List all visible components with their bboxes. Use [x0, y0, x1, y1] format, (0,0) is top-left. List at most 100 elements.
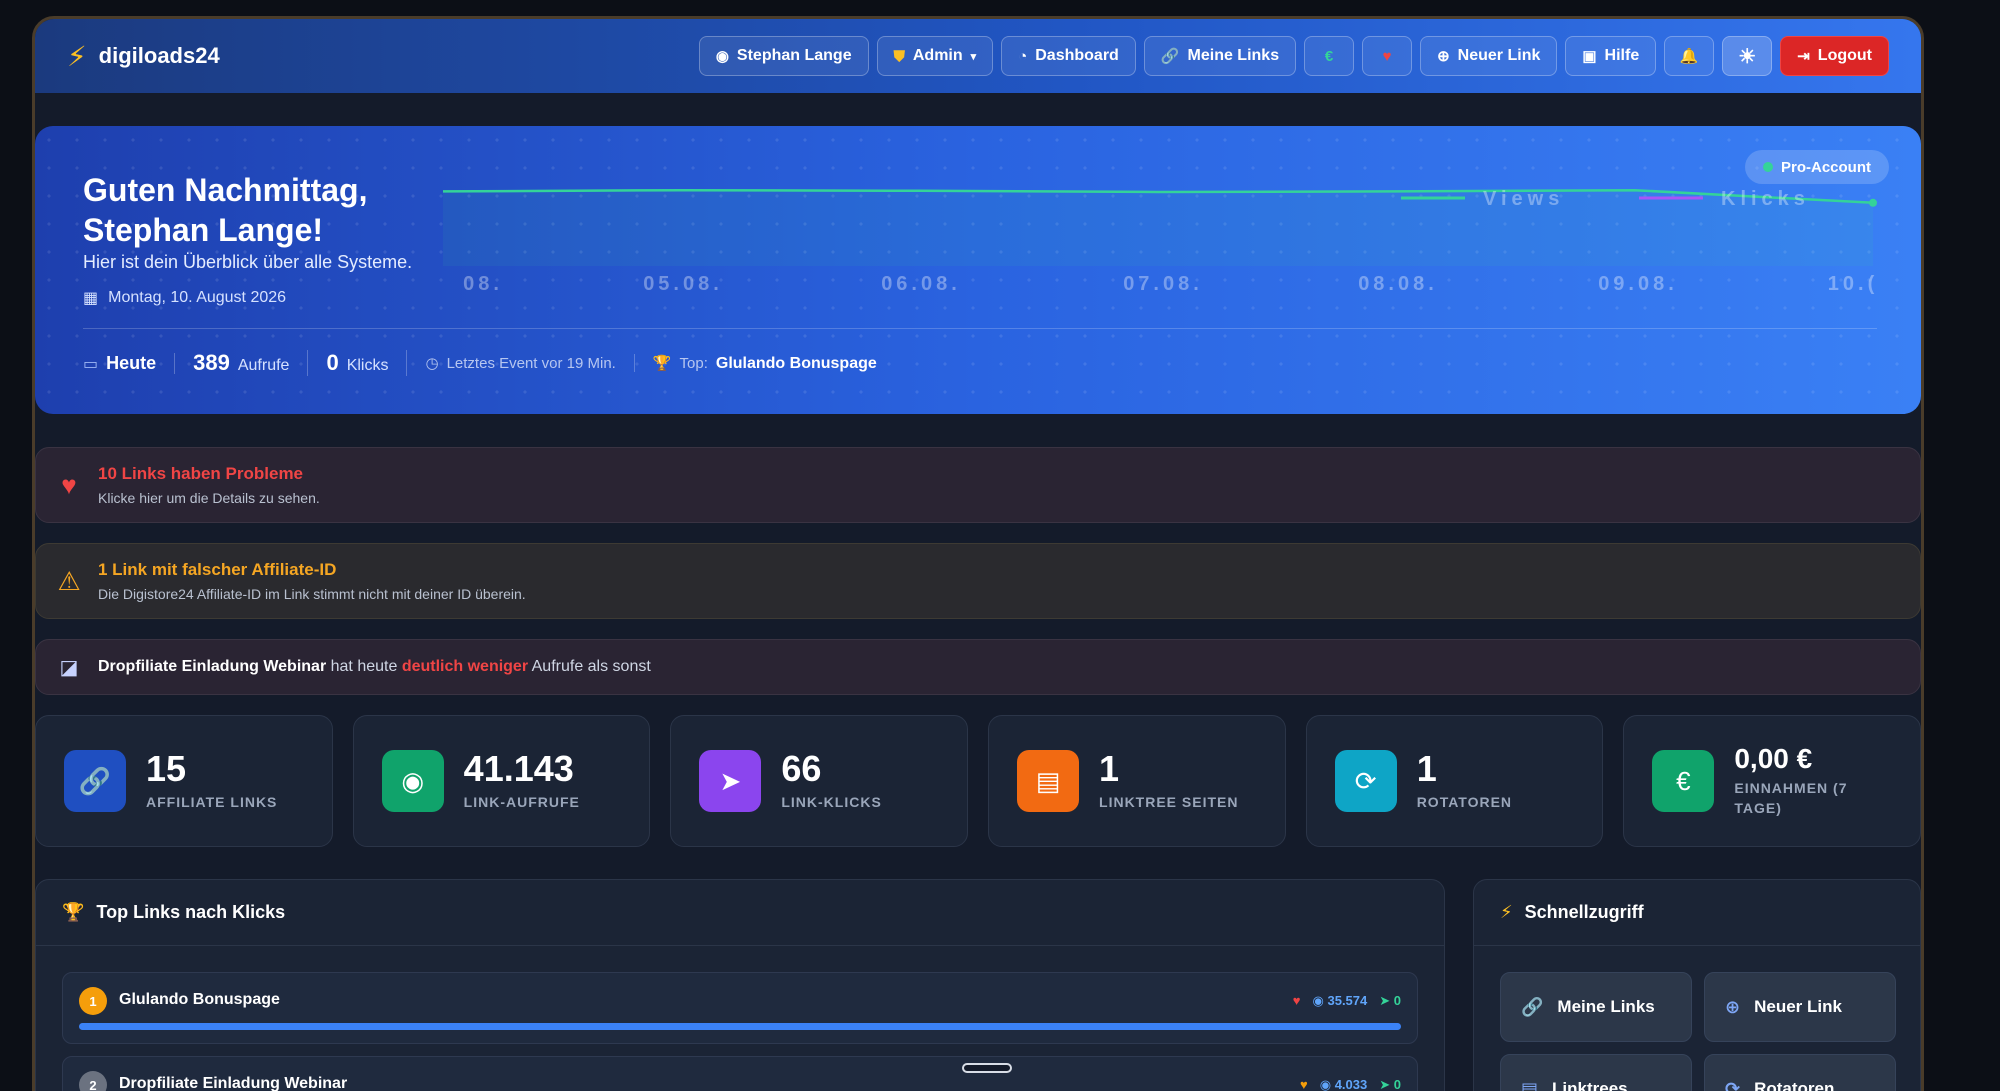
link-views-value: 4.033 [1334, 1077, 1368, 1091]
dashboard-label: Dashboard [1035, 47, 1119, 64]
x-tick-label: 10.( [1828, 273, 1878, 295]
brand-name: digiloads24 [98, 43, 220, 68]
euro-icon: € [1652, 750, 1715, 812]
date-label: Montag, 10. August 2026 [108, 289, 287, 306]
theme-toggle[interactable]: ☀ [1722, 36, 1773, 76]
eye-icon: ◉ [381, 750, 444, 812]
link-icon: 🔗 [1521, 996, 1544, 1017]
today-views: 389 Aufrufe [175, 350, 309, 376]
user-icon: ◉ [715, 48, 729, 65]
hero-date: ▦ Montag, 10. August 2026 [83, 288, 286, 308]
last-event: ◷ Letztes Event vor 19 Min. [407, 354, 635, 372]
logout-button[interactable]: ⇥ Logout [1780, 36, 1889, 76]
top-link-row[interactable]: 1 Glulando Bonuspage ♥ ◉ 35.574 ➤ 0 [62, 972, 1418, 1044]
quick-new-link-button[interactable]: ⊕ Neuer Link [1704, 972, 1896, 1042]
sun-icon: ☀ [1738, 45, 1757, 68]
link-icon: 🔗 [64, 750, 126, 812]
traffic-drop-alert[interactable]: ◪ Dropfiliate Einladung Webinar hat heut… [35, 639, 1921, 695]
stat-label: LINKTREE SEITEN [1099, 794, 1239, 810]
drop-link-name: Dropfiliate Einladung Webinar [98, 658, 327, 675]
stat-earnings[interactable]: € 0,00 € EINNAHMEN (7 TAGE) [1623, 715, 1921, 847]
last-event-text: Letztes Event vor 19 Min. [446, 355, 616, 372]
link-meta: ♥ ◉ 35.574 ➤ 0 [1293, 993, 1401, 1009]
today-views-value: 389 [193, 350, 230, 375]
admin-label: Admin [912, 47, 963, 64]
legend-label: Views [1483, 188, 1564, 210]
stat-affiliate-links[interactable]: 🔗 15 AFFILIATE LINKS [35, 715, 333, 847]
nav-actions: ◉ Stephan Lange ⛊ Admin ▾ ◔ Dashboard 🔗 … [698, 36, 1889, 76]
my-links-label: Meine Links [1187, 47, 1280, 64]
stat-rotators[interactable]: ⟳ 1 ROTATOREN [1305, 715, 1604, 847]
quick-access-panel: ⚡ Schnellzugriff 🔗 Meine Links ⊕ Neuer L… [1473, 879, 1921, 1091]
notifications-button[interactable]: 🔔 [1664, 36, 1715, 76]
page-icon: ▤ [1521, 1078, 1539, 1091]
page-icon: ▤ [1017, 750, 1080, 812]
trend-chart: 08. 05.08. 06.08. 07.08. 08.08. 09.08. 10.(Vie… [443, 188, 1878, 295]
progress-fill [79, 1023, 1401, 1030]
stat-value: 15 [146, 748, 187, 789]
scroll-indicator[interactable] [962, 1063, 1012, 1073]
chart-down-icon: ◪ [59, 656, 79, 679]
plus-circle-icon: ⊕ [1437, 48, 1450, 65]
stat-value: 41.143 [463, 748, 574, 789]
link-name: Glulando Bonuspage [119, 991, 280, 1008]
link-clicks: ➤ 0 [1379, 1077, 1401, 1091]
quick-label: Neuer Link [1754, 997, 1842, 1016]
drop-mid: hat heute [330, 658, 398, 675]
admin-dropdown[interactable]: ⛊ Admin ▾ [876, 36, 994, 76]
drop-highlight: deutlich weniger [401, 658, 529, 675]
app-window: ⚡ digiloads24 ◉ Stephan Lange ⛊ Admin ▾ … [32, 16, 1924, 1091]
today-stats: ▭ Heute 389 Aufrufe 0 Klicks ◷ Letztes E… [83, 344, 895, 382]
today-label: ▭ Heute [83, 352, 176, 374]
quick-label: Rotatoren [1754, 1079, 1835, 1091]
user-button[interactable]: ◉ Stephan Lange [698, 36, 869, 76]
problems-desc: Klicke hier um die Details zu sehen. [98, 490, 320, 506]
progress-bar [79, 1023, 1401, 1030]
x-tick-label: 05.08. [643, 273, 723, 295]
stat-cards: 🔗 15 AFFILIATE LINKS ◉ 41.143 LINK-AUFRU… [35, 715, 1921, 847]
gauge-icon: ◔ [1018, 47, 1028, 65]
earnings-button[interactable]: € [1304, 36, 1355, 76]
top-link-row[interactable]: 2 Dropfiliate Einladung Webinar ♥ ◉ 4.03… [62, 1056, 1418, 1091]
health-button[interactable]: ♥ [1362, 36, 1413, 76]
help-label: Hilfe [1604, 47, 1640, 64]
quick-linktrees-button[interactable]: ▤ Linktrees [1500, 1054, 1692, 1091]
calendar-icon: ▦ [83, 290, 99, 307]
problems-title: 10 Links haben Probleme [98, 464, 304, 483]
today-clicks: 0 Klicks [308, 350, 408, 376]
bolt-icon: ⚡ [1500, 902, 1513, 922]
dashboard-button[interactable]: ◔ Dashboard [1001, 36, 1136, 76]
link-views: ◉ 4.033 [1319, 1077, 1368, 1091]
today-views-label: Aufrufe [237, 357, 290, 374]
plus-circle-icon: ⊕ [1725, 996, 1741, 1017]
quick-rotators-button[interactable]: ⟳ Rotatoren [1704, 1054, 1896, 1091]
link-clicks-value: 0 [1393, 1077, 1401, 1091]
stat-label: EINNAHMEN (7 TAGE) [1734, 778, 1847, 818]
quick-my-links-button[interactable]: 🔗 Meine Links [1500, 972, 1692, 1042]
bolt-icon: ⚡ [67, 40, 87, 72]
help-button[interactable]: ▣ Hilfe [1565, 36, 1657, 76]
affiliate-alert[interactable]: ⚠ 1 Link mit falscher Affiliate-ID Die D… [35, 543, 1921, 619]
x-tick-label: 08. [463, 273, 503, 295]
problems-alert[interactable]: ♥ 10 Links haben Probleme Klicke hier um… [35, 447, 1921, 523]
brand[interactable]: ⚡ digiloads24 [67, 40, 220, 73]
x-tick-label: 08.08. [1358, 273, 1438, 295]
top-label: Top: [679, 354, 708, 372]
clapper-icon: ▣ [1582, 48, 1597, 65]
send-icon: ➤ [699, 750, 762, 812]
new-link-button[interactable]: ⊕ Neuer Link [1420, 36, 1558, 76]
hero-card: Guten Nachmittag, Stephan Lange! Hier is… [35, 126, 1921, 414]
rank-badge: 1 [79, 987, 107, 1015]
stat-value: 0,00 € [1734, 743, 1813, 774]
new-link-label: Neuer Link [1457, 47, 1541, 64]
link-views: ◉ 35.574 [1312, 993, 1368, 1008]
data-point [1869, 198, 1877, 207]
stat-linktree-pages[interactable]: ▤ 1 LINKTREE SEITEN [988, 715, 1286, 847]
stat-link-clicks[interactable]: ➤ 66 LINK-KLICKS [670, 715, 969, 847]
greeting-line-1: Guten Nachmittag, [83, 172, 368, 208]
heart-icon: ♥ [1382, 47, 1392, 65]
stat-link-views[interactable]: ◉ 41.143 LINK-AUFRUFE [352, 715, 651, 847]
logout-label: Logout [1817, 47, 1872, 64]
stat-label: ROTATOREN [1416, 794, 1513, 810]
my-links-button[interactable]: 🔗 Meine Links [1143, 36, 1297, 76]
